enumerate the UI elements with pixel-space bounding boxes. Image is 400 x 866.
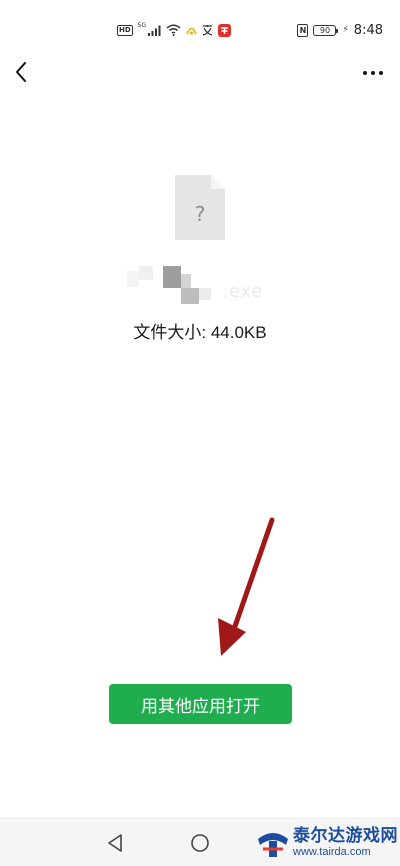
- file-extension: .exe: [223, 281, 263, 302]
- status-left-icons: HD 5G: [117, 22, 232, 38]
- app-notification-icon: [186, 27, 197, 35]
- red-arrow-annotation: [218, 517, 275, 656]
- nav-home-button[interactable]: [188, 831, 212, 855]
- file-size-text: 文件大小: 44.0KB: [133, 323, 267, 342]
- wifi-icon: [166, 24, 181, 36]
- battery-icon: 90: [313, 24, 339, 36]
- back-button[interactable]: [8, 58, 34, 86]
- unknown-file-icon: ?: [175, 175, 225, 240]
- file-icon-glyph: ?: [195, 202, 206, 226]
- watermark-logo-icon: [256, 825, 290, 859]
- mosaic-block: [181, 288, 199, 304]
- watermark-url: www.tairda.com: [293, 846, 371, 858]
- nav-back-button[interactable]: [103, 831, 127, 855]
- watermark-text: 泰尔达游戏网 www.tairda.com: [293, 826, 398, 858]
- watermark-title: 泰尔达游戏网: [293, 826, 398, 846]
- status-right-icons: N 90 ⚡ 8:48: [297, 22, 383, 38]
- ellipsis-icon: [363, 71, 383, 75]
- mosaic-block: [127, 271, 139, 287]
- open-with-other-app-button[interactable]: 用其他应用打开: [109, 684, 292, 724]
- translate-app-icon: [202, 25, 213, 36]
- mosaic-block: [199, 288, 211, 300]
- mosaic-block: [163, 266, 181, 288]
- signal-icon: [148, 25, 161, 36]
- status-bar: HD 5G N 90 ⚡ 8:48: [0, 0, 400, 58]
- red-app-icon: [218, 23, 232, 37]
- network-type: 5G: [137, 22, 147, 29]
- battery-level: 90: [319, 25, 331, 35]
- mosaic-block: [181, 274, 191, 288]
- nfc-icon: N: [297, 23, 309, 37]
- chevron-left-icon: [16, 62, 26, 82]
- more-options-button[interactable]: [360, 62, 386, 84]
- file-size-label: 文件大小: 44.0KB: [0, 318, 400, 343]
- mosaic-block: [139, 266, 153, 280]
- file-name: .exe: [127, 266, 273, 306]
- charging-icon: ⚡: [342, 25, 349, 35]
- circle-home-icon: [191, 834, 209, 852]
- triangle-back-icon: [108, 834, 122, 852]
- status-time: 8:48: [353, 22, 383, 38]
- site-watermark: 泰尔达游戏网 www.tairda.com: [256, 820, 398, 864]
- hd-icon: HD: [117, 24, 133, 36]
